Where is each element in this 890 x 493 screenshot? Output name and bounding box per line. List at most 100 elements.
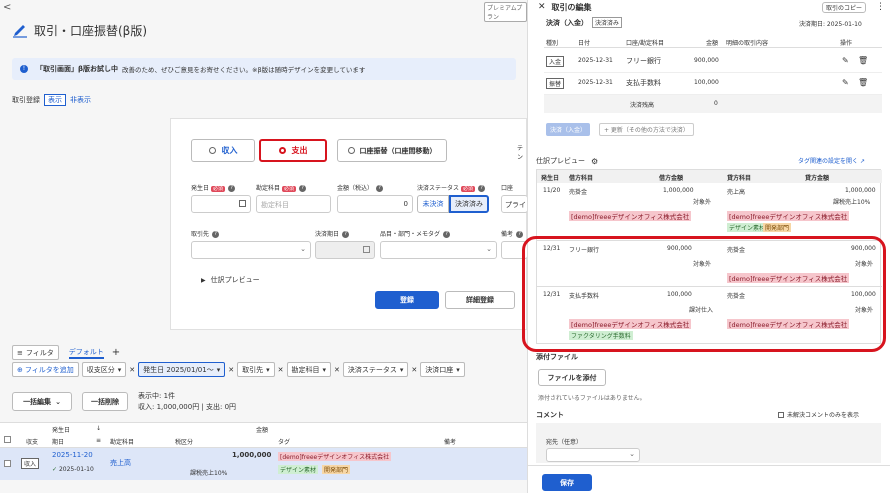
filter-chip[interactable]: 勘定科目 ▾	[286, 362, 332, 377]
method-label: 口座	[501, 185, 514, 192]
hide-toggle[interactable]: 非表示	[70, 95, 91, 105]
note-label: 備考?	[501, 229, 524, 238]
close-icon[interactable]: ✕	[228, 366, 234, 374]
journal-title: 仕訳プレビュー ⚙	[536, 156, 599, 166]
account-label: 勘定科目 必須?	[256, 183, 307, 192]
amount-input[interactable]: 0	[337, 195, 413, 213]
close-icon[interactable]: ✕	[334, 366, 340, 374]
settle-header: 決済（入金） 決済済み	[546, 17, 623, 28]
delete-icon[interactable]: 🗑	[858, 56, 868, 65]
transfer-tab[interactable]: 口座振替（口座間移動）	[337, 139, 447, 162]
row-tag-partner: [demo]freeeデザインオフィス株式会社	[278, 452, 392, 461]
item-select[interactable]: ⌄	[380, 241, 497, 259]
filter-chips: ⊕ フィルタを追加 収支区分 ▾ ✕ 発生日 2025/01/01〜 ▾ ✕ 取引先 ▾ ✕ …	[12, 362, 527, 377]
journal-columns: 発生日 借方科目 借方金額 貸方科目 貸方金額	[537, 170, 882, 183]
sort-arrow-icon: ↓	[96, 425, 102, 432]
row-tax: 課税売上10%	[190, 470, 228, 477]
comment-title: コメント	[536, 411, 564, 419]
list-header: 発生日 ↓ 収支 期日 ≡ 勘定科目 金額 税区分 タグ 備考	[0, 422, 527, 448]
close-icon[interactable]: ✕	[129, 366, 135, 374]
row-amount: 1,000,000	[232, 451, 272, 459]
registration-form: 収入 支出 口座振替（口座間移動） テン 発生日 必須? 勘定科目 必須? 金額（税…	[170, 118, 527, 330]
cut-label: テン	[517, 145, 524, 161]
registration-label: 取引登録	[12, 96, 40, 104]
calendar-icon	[363, 246, 370, 253]
status-settled-button[interactable]: 決済済み	[449, 195, 489, 213]
close-icon[interactable]: ✕	[411, 366, 417, 374]
save-button[interactable]: 保存	[542, 474, 592, 491]
radio-icon	[208, 147, 216, 154]
delete-icon[interactable]: 🗑	[858, 78, 868, 87]
banner-strong: 「取引画面」β版お試し中	[36, 65, 119, 73]
calendar-icon	[239, 200, 246, 207]
income-tab[interactable]: 収入	[191, 139, 255, 162]
item-label: 品目・部門・メモタグ?	[380, 229, 451, 238]
status-unsettled-button[interactable]: 未決済	[417, 195, 449, 213]
beta-banner: ! 「取引画面」β版お試し中 改善のため、ぜひご意見をお寄せください。※β版は随…	[12, 58, 516, 80]
chevron-down-icon: ⌄	[486, 245, 492, 253]
journal-row: 11/20 売掛金 1,000,000 対象外 [demo]freeeデザインオ…	[543, 187, 876, 232]
add-tab-icon[interactable]: +	[112, 347, 120, 358]
edit-icon[interactable]: ✎	[842, 78, 849, 87]
attach-empty: 添付されているファイルはありません。	[538, 395, 646, 402]
filter-button[interactable]: ≡ フィルタ	[12, 345, 59, 360]
filter-icon: ≡	[96, 437, 102, 444]
status-label: 決済ステータス 必須?	[417, 183, 486, 192]
row-checkbox[interactable]	[4, 460, 11, 467]
bulk-delete-button[interactable]: 一括削除	[82, 392, 128, 411]
status-toggle: 未決済 決済済み	[417, 195, 489, 213]
register-button[interactable]: 登録	[375, 291, 439, 309]
close-icon[interactable]: ✕	[538, 2, 546, 12]
row-date[interactable]: 2025-11-20	[52, 451, 93, 459]
pen-icon	[13, 24, 27, 38]
add-filter-button[interactable]: ⊕ フィルタを追加	[12, 362, 79, 377]
filter-chip[interactable]: 決済ステータス ▾	[342, 362, 409, 377]
external-link-icon: ↗	[860, 158, 866, 165]
filter-icon: ≡	[17, 348, 23, 357]
attach-button[interactable]: ファイルを添付	[538, 369, 606, 386]
gear-icon: ⚙	[591, 156, 599, 166]
settle-date-input[interactable]	[315, 241, 375, 259]
journal-table: 発生日 借方科目 借方金額 貸方科目 貸方金額 11/20 売掛金 1,000,…	[536, 169, 882, 344]
close-icon[interactable]: ✕	[278, 366, 284, 374]
top-strip: < プレミアムプラン	[0, 0, 527, 22]
account-input[interactable]: 勘定科目	[256, 195, 331, 213]
banner-text: 改善のため、ぜひご意見をお寄せください。※β版は随時デザインを変更しています	[122, 66, 366, 74]
detail-register-button[interactable]: 詳細登録	[445, 291, 515, 309]
edit-drawer: ✕ 取引の編集 取引のコピー ⋮ 決済（入金） 決済済み 決済期日: 2025-…	[527, 0, 890, 493]
partner-select[interactable]: ⌄	[191, 241, 311, 259]
edit-icon[interactable]: ✎	[842, 56, 849, 65]
comment-filter[interactable]: 未解決コメントのみを表示	[778, 410, 859, 419]
back-chevron-icon[interactable]: <	[3, 2, 11, 13]
copy-button[interactable]: 取引のコピー	[822, 2, 866, 13]
filter-chip[interactable]: 決済口座 ▾	[420, 362, 465, 377]
filter-chip[interactable]: 取引先 ▾	[237, 362, 275, 377]
show-toggle[interactable]: 表示	[44, 94, 66, 106]
chevron-down-icon: ⌄	[300, 245, 306, 253]
expense-tab[interactable]: 支出	[259, 139, 327, 162]
row-account[interactable]: 売上高	[110, 458, 131, 468]
date-label: 発生日 必須?	[191, 183, 236, 192]
comment-box: 宛先（任意） ⌄	[536, 423, 881, 463]
update-tab[interactable]: + 更新（その他の方法で決済）	[599, 123, 694, 136]
default-tab[interactable]: デフォルト	[68, 347, 104, 359]
recipient-select[interactable]: ⌄	[546, 448, 640, 462]
table-row[interactable]: 収入 2025-11-20 ✓ 2025-01-10 売上高 1,000,000…	[0, 448, 527, 480]
journal-row: 12/31 フリー銀行 900,000 対象外 売掛金 900,000 対象外 …	[537, 240, 882, 286]
showing-count: 表示中: 1件	[138, 392, 176, 400]
main-panel: < プレミアムプラン 取引・口座振替(β版) ! 「取引画面」β版お試し中 改善…	[0, 0, 527, 493]
method-select[interactable]: プライ	[501, 195, 527, 213]
filter-chip-date[interactable]: 発生日 2025/01/01〜 ▾	[138, 362, 226, 377]
tag-settings-link[interactable]: タグ関連の設定を開く ↗	[798, 156, 865, 165]
settle-tab[interactable]: 決済（入金）	[546, 123, 591, 136]
select-all-checkbox[interactable]	[4, 436, 11, 443]
journal-row: 12/31 支払手数料 100,000 課対仕入 [demo]freeeデザイン…	[537, 286, 882, 344]
date-input[interactable]	[191, 195, 251, 213]
registration-toggle: 取引登録 表示 非表示	[12, 94, 91, 106]
more-icon[interactable]: ⋮	[876, 2, 885, 12]
preview-toggle[interactable]: ▶ 仕訳プレビュー	[201, 275, 260, 285]
note-input[interactable]	[501, 241, 527, 259]
bulk-edit-button[interactable]: 一括編集 ⌄	[12, 392, 72, 411]
plan-badge: プレミアムプラン	[484, 2, 527, 22]
filter-chip[interactable]: 収支区分 ▾	[81, 362, 127, 377]
